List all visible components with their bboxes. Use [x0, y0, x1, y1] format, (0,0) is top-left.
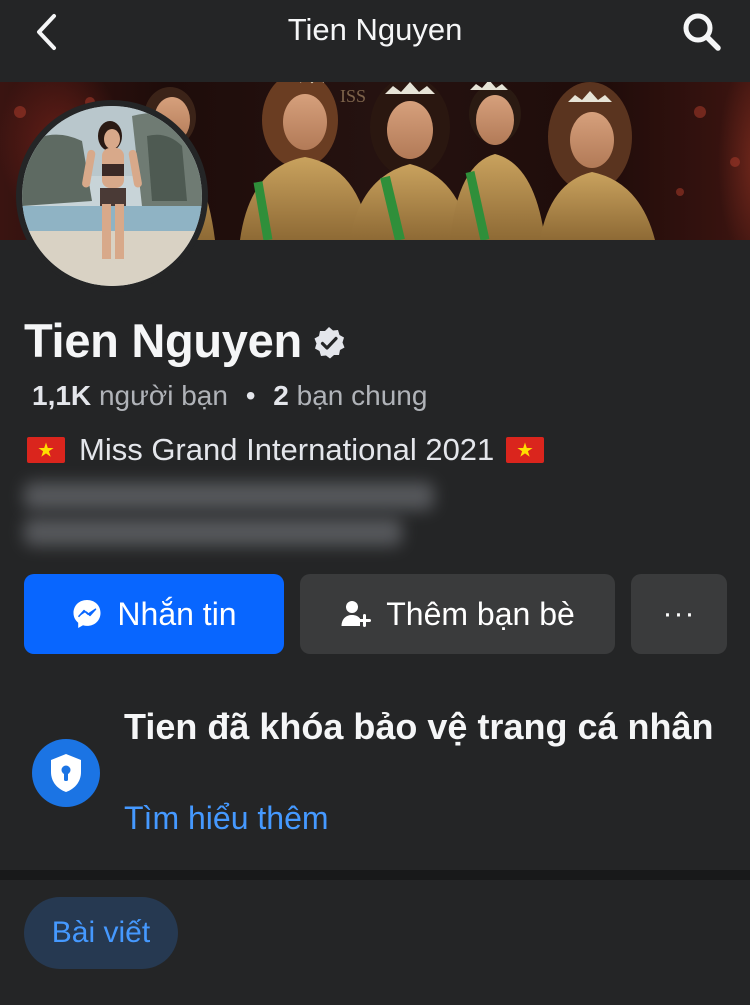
vietnam-flag-icon	[27, 437, 65, 463]
add-friend-button-label: Thêm bạn bè	[386, 595, 575, 632]
search-icon	[683, 13, 721, 51]
profile-name-text: Tien Nguyen	[24, 314, 302, 367]
redacted-text-line	[24, 482, 434, 510]
verified-badge-icon	[314, 326, 345, 358]
locked-profile-title: Tien đã khóa bảo vệ trang cá nhân	[124, 706, 714, 747]
locked-profile-badge	[32, 739, 100, 807]
learn-more-link[interactable]: Tìm hiểu thêm	[124, 800, 329, 837]
vietnam-flag-icon	[506, 437, 545, 463]
friend-count: 1,1K	[32, 380, 92, 411]
shield-lock-icon	[51, 754, 81, 792]
friend-label: người bạn	[98, 380, 228, 411]
add-friend-button[interactable]: Thêm bạn bè	[300, 574, 615, 654]
messenger-icon	[73, 600, 101, 628]
bio-text: Miss Grand International 2021	[79, 432, 495, 467]
svg-text:ISS: ISS	[340, 86, 366, 106]
separator-dot: •	[245, 380, 256, 411]
profile-page: Tien Nguyen ISS Tien Nguyen 1,1K người b…	[0, 0, 750, 1005]
section-divider	[0, 870, 750, 880]
add-friend-icon	[341, 601, 372, 627]
mutual-count: 2	[273, 380, 289, 411]
mutual-label: bạn chung	[296, 380, 428, 411]
tab-posts[interactable]: Bài viết	[24, 897, 178, 969]
profile-name: Tien Nguyen	[24, 313, 346, 368]
profile-avatar[interactable]	[16, 100, 208, 292]
top-nav-bar: Tien Nguyen	[0, 0, 750, 82]
message-button-label: Nhắn tin	[117, 595, 237, 632]
nav-title: Tien Nguyen	[287, 12, 463, 47]
redacted-text-line	[24, 518, 402, 546]
friends-summary[interactable]: 1,1K người bạn • 2 bạn chung	[32, 380, 427, 412]
more-options-button[interactable]: ···	[631, 574, 727, 654]
message-button[interactable]: Nhắn tin	[24, 574, 284, 654]
tab-posts-label: Bài viết	[51, 916, 151, 949]
profile-bio: Miss Grand International 2021	[27, 432, 545, 468]
avatar-photo	[22, 106, 202, 286]
avatar-illustration	[22, 106, 202, 286]
search-button[interactable]	[680, 10, 724, 54]
more-options-icon: ···	[662, 597, 696, 630]
